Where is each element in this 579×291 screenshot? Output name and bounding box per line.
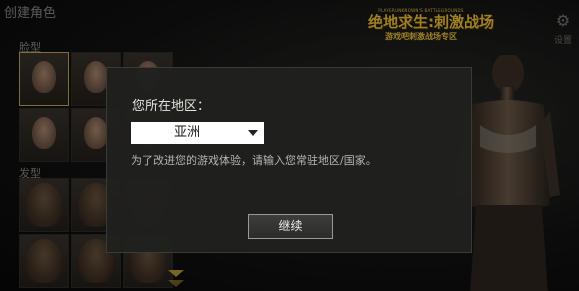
chevron-down-icon (248, 130, 258, 136)
dialog-title: 您所在地区： (132, 99, 211, 114)
continue-button[interactable]: 继续 (248, 214, 333, 239)
character-creation-screen: 创建角色 脸型 发型 PLAYERUNKNOWN'S BATTLEGROUNDS… (0, 0, 579, 291)
region-dialog: 您所在地区： 亚洲 为了改进您的游戏体验，请输入您常驻地区/国家。 继续 (106, 67, 472, 253)
dialog-hint: 为了改进您的游戏体验，请输入您常驻地区/国家。 (131, 154, 377, 167)
region-dropdown[interactable]: 亚洲 (131, 122, 264, 144)
region-selected-value: 亚洲 (173, 125, 200, 140)
